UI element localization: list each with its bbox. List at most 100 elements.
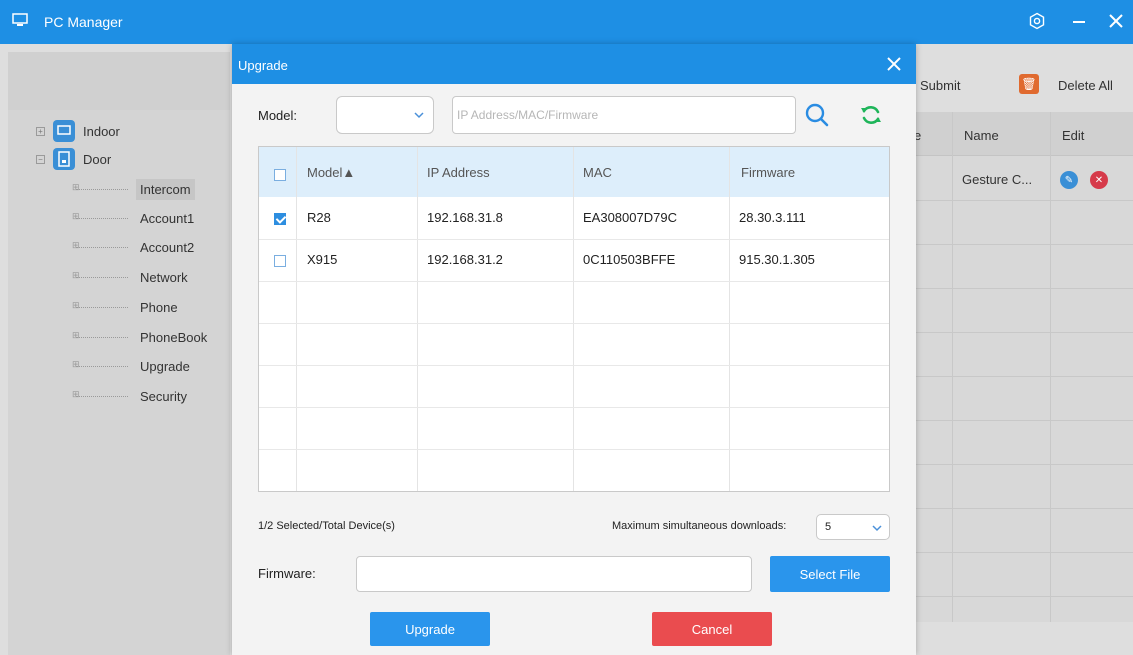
close-icon [1109,14,1123,28]
grid-row-line [912,420,1133,421]
tree-item-account1[interactable]: Account1 [72,205,198,231]
grid-row-line [912,200,1133,201]
tree-node-door[interactable]: − Door [36,146,111,172]
tree-item-phone[interactable]: Phone [72,294,182,320]
device-tree-panel: + Indoor − Door Intercom Account1 [8,52,230,655]
trash-icon[interactable]: 🗑 [1019,74,1039,94]
dialog-header: Upgrade [232,44,916,84]
column-header-ip-address[interactable]: IP Address [427,165,490,180]
firmware-label: Firmware: [258,566,316,581]
grid-row-line [912,552,1133,553]
cell-ip-address: 192.168.31.8 [427,210,503,225]
grid-row-line [912,508,1133,509]
minimize-icon [1073,21,1085,23]
max-downloads-select[interactable]: 5 [816,514,890,540]
table-row-line [259,239,889,240]
close-icon [887,57,901,71]
row-checkbox[interactable] [274,255,286,267]
table-col-line [296,147,297,491]
expand-icon[interactable]: + [36,126,45,136]
model-select[interactable] [336,96,434,134]
grid-row-line [912,464,1133,465]
refresh-button[interactable] [856,100,886,130]
grid-header [912,112,1133,156]
minimize-button[interactable] [1066,8,1092,34]
cell-mac: EA308007D79C [583,210,677,225]
max-downloads-label: Maximum simultaneous downloads: [612,520,787,532]
tree-branch-line [72,330,128,341]
tree-branch-line [72,389,128,400]
cell-ip-address: 192.168.31.2 [427,252,503,267]
tree-item-account2[interactable]: Account2 [72,234,198,260]
settings-button[interactable] [1024,8,1050,34]
door-phone-icon [53,148,75,170]
tree-item-network[interactable]: Network [72,264,192,290]
gear-icon [1029,12,1045,30]
delete-all-button[interactable]: Delete All [1058,78,1113,93]
dialog-title: Upgrade [238,58,288,73]
tree-branch-line [72,182,128,193]
grid-header-name: Name [964,128,999,143]
search-icon [805,103,829,127]
dialog-close-button[interactable] [882,52,906,76]
tree-branch-line [72,240,128,251]
collapse-icon[interactable]: − [36,154,45,164]
selected-count-text: 1/2 Selected/Total Device(s) [258,520,395,532]
tree-branch-line [72,270,128,281]
grid-header-edit: Edit [1062,128,1085,143]
cell-model: X915 [307,252,338,267]
tree-node-indoor[interactable]: + Indoor [36,118,120,144]
select-all-checkbox[interactable] [274,169,286,181]
max-downloads-value: 5 [825,521,832,533]
app-title: PC Manager [44,14,123,30]
table-col-line [729,147,730,491]
grid-cell-name: Gesture C... [962,172,1033,187]
cell-firmware: 28.30.3.111 [739,210,806,225]
table-row-line [259,281,889,282]
tree-header-strip [8,52,230,110]
cancel-button[interactable]: Cancel [652,612,772,646]
firmware-path-field[interactable] [356,556,752,592]
chevron-down-icon [872,525,882,532]
tree-branch-line [72,211,128,222]
tree-item-phonebook[interactable]: PhoneBook [72,324,211,350]
model-label: Model: [258,108,298,123]
tree-branch-line [72,300,128,311]
grid-row-line [912,376,1133,377]
table-row-line [259,365,889,366]
table-row-line [259,407,889,408]
upgrade-button[interactable]: Upgrade [370,612,490,646]
grid-col-line [1050,112,1051,622]
column-header-mac[interactable]: MAC [583,165,612,180]
grid-row-line [912,596,1133,597]
table-col-line [573,147,574,491]
cell-mac: 0C110503BFFE [583,252,676,267]
cell-model: R28 [307,210,331,225]
chevron-down-icon [414,112,424,119]
tree-item-security[interactable]: Security [72,383,191,409]
search-input[interactable] [452,96,796,134]
tree-item-upgrade[interactable]: Upgrade [72,353,194,379]
contacts-panel-background: Submit 🗑 Delete All e Name Edit Gesture … [912,44,1133,655]
device-table: Model▲ IP Address MAC Firmware R28 192.1… [258,146,890,492]
submit-button[interactable]: Submit [920,78,960,93]
cell-firmware: 915.30.1.305 [739,252,815,267]
search-button[interactable] [802,100,832,130]
edit-icon[interactable]: ✎ [1060,171,1078,189]
refresh-icon [861,106,881,124]
title-bar: PC Manager [0,0,1133,44]
row-checkbox[interactable] [274,213,286,225]
table-col-line [417,147,418,491]
table-row-line [259,449,889,450]
tree-item-intercom[interactable]: Intercom [72,176,195,202]
column-header-model[interactable]: Model▲ [307,165,355,180]
indoor-monitor-icon [53,120,75,142]
monitor-icon [12,13,28,26]
column-header-firmware[interactable]: Firmware [741,165,795,180]
close-window-button[interactable] [1103,8,1129,34]
select-file-button[interactable]: Select File [770,556,890,592]
tree-branch-line [72,359,128,370]
contacts-grid: e Name Edit Gesture C... ✎ ✕ [912,112,1133,622]
delete-icon[interactable]: ✕ [1090,171,1108,189]
grid-row-line [912,288,1133,289]
